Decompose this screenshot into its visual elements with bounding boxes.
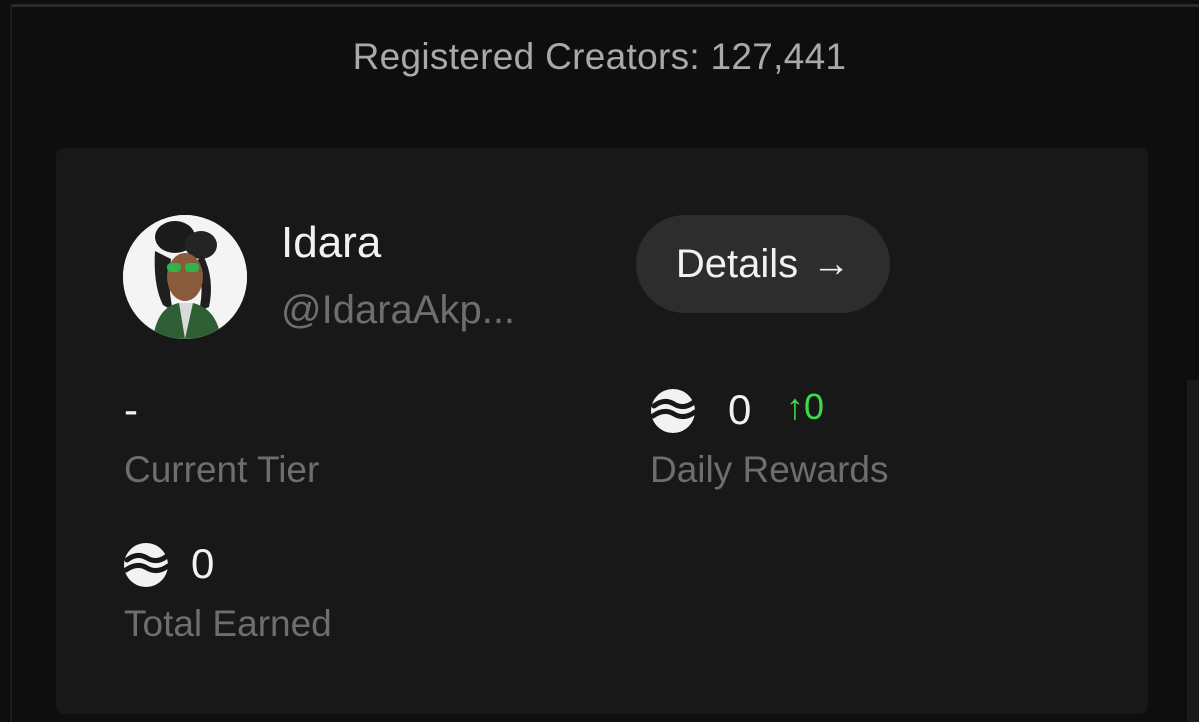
left-divider [10,4,12,722]
daily-rewards-change: ↑0 [786,386,825,427]
profile-handle: @IdaraAkp... [281,288,516,332]
coin-icon [123,542,169,588]
scrollbar[interactable] [1187,380,1199,722]
daily-rewards-label: Daily Rewards [650,449,889,490]
profile-name: Idara [281,218,382,267]
arrow-right-icon: → [812,242,851,285]
top-divider [12,4,1199,7]
total-earned-value: 0 [191,540,215,587]
coin-icon [650,388,696,434]
avatar-image [123,215,247,339]
details-button-label: Details [675,241,799,286]
app-frame: Registered Creators: 127,441 Idara @Idar… [0,0,1199,722]
current-tier-label: Current Tier [124,449,320,490]
current-tier-value: - [124,386,138,433]
avatar[interactable] [123,215,247,339]
registered-creators-count: Registered Creators: 127,441 [352,36,847,77]
details-button[interactable]: Details → [636,215,890,313]
daily-rewards-value: 0 [728,386,752,433]
total-earned-label: Total Earned [124,603,332,644]
